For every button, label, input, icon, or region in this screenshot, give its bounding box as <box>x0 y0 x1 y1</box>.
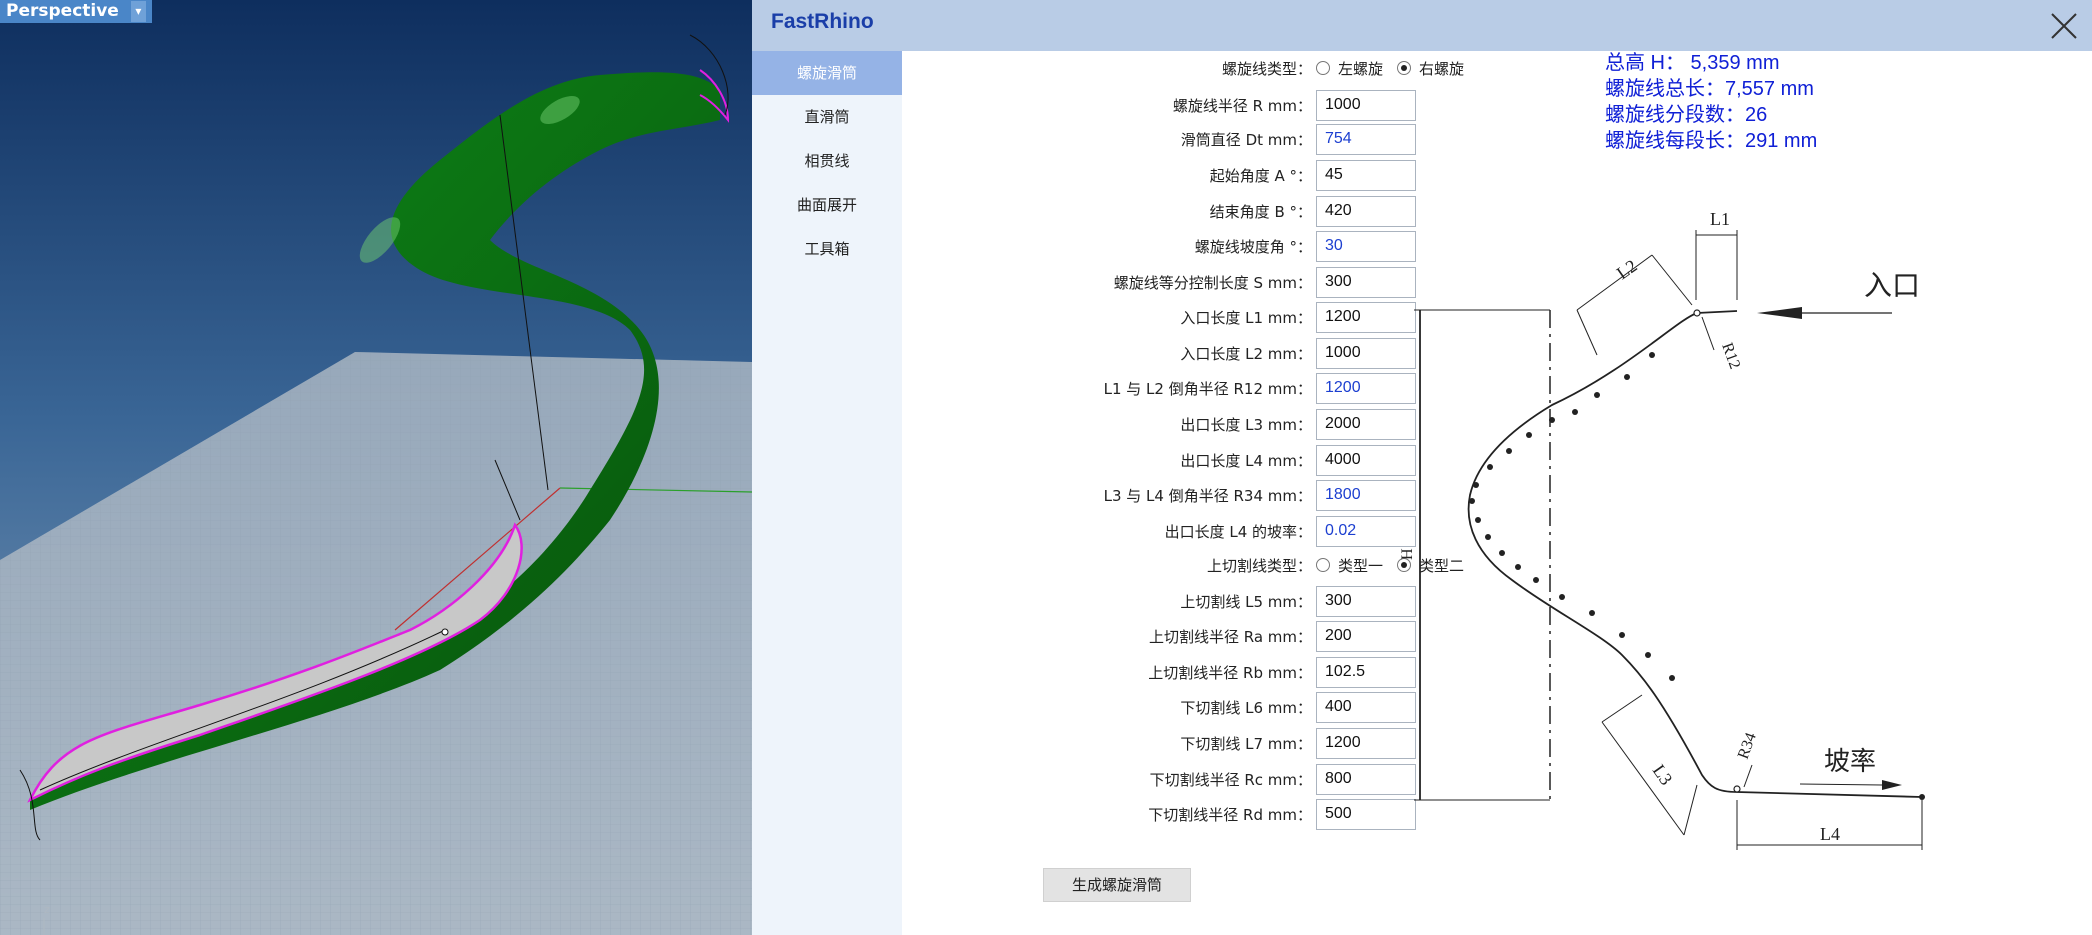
diagram-label-l1: L1 <box>1710 209 1730 229</box>
field-label: 下切割线 L7 mm： <box>1180 734 1312 753</box>
app-title: FastRhino <box>771 10 874 33</box>
stat-segment-count: 螺旋线分段数：26 <box>1605 104 1768 126</box>
diagram-label-r12: R12 <box>1718 341 1743 372</box>
close-icon <box>2051 13 2077 39</box>
field-label: L1 与 L2 倒角半径 R12 mm： <box>1103 379 1312 398</box>
nav-item-straight-slide[interactable]: 直滑筒 <box>752 95 902 139</box>
diagram-label-r34: R34 <box>1735 730 1760 761</box>
field-label: 结束角度 B °： <box>1209 202 1312 221</box>
diagram-label-l2: L2 <box>1613 255 1641 283</box>
radio-right-helix[interactable]: 右螺旋 <box>1397 58 1464 79</box>
field-label: 螺旋线等分控制长度 S mm： <box>1113 273 1312 292</box>
viewport-tab[interactable]: Perspective ▾ <box>0 0 152 23</box>
field-label: 上切割线半径 Rb mm： <box>1148 663 1312 682</box>
start-angle-input[interactable]: 45 <box>1316 159 1416 191</box>
perspective-viewport[interactable]: z Perspective ▾ <box>0 0 752 935</box>
axis-label-z: z <box>44 903 50 916</box>
stat-total-height: 总高 H： 5,359 mm <box>1605 52 1780 74</box>
field-row: 滑筒直径 Dt mm： 754 <box>902 122 1502 156</box>
field-label: 下切割线半径 Rc mm： <box>1149 770 1312 789</box>
field-label: 螺旋线半径 R mm： <box>1172 96 1312 115</box>
field-label: 起始角度 A °： <box>1209 166 1312 185</box>
radio-right-helix-label: 右螺旋 <box>1419 59 1465 78</box>
diagram-label-slope: 坡率 <box>1824 747 1876 776</box>
chevron-down-icon[interactable]: ▾ <box>130 1 146 22</box>
diagram-label-entrance: 入口 <box>1864 271 1920 302</box>
close-button[interactable] <box>2044 6 2084 46</box>
diagram-label-l3: L3 <box>1649 761 1677 789</box>
field-label: 出口长度 L4 的坡率： <box>1164 522 1312 541</box>
diagram-label-l4: L4 <box>1820 824 1840 844</box>
radio-cut-type-1-label: 类型一 <box>1338 556 1384 575</box>
helix-type-label: 螺旋线类型： <box>1221 59 1312 78</box>
field-label: 下切割线半径 Rd mm： <box>1148 805 1312 824</box>
helix-schematic-diagram: L1 L2 R12 入口 H L3 R34 坡率 L4 <box>1399 209 1925 850</box>
fastrhino-panel: FastRhino 螺旋滑筒 直滑筒 相贯线 曲面展开 工具箱 螺旋线类型： 左… <box>752 0 2092 935</box>
nav-item-toolbox[interactable]: 工具箱 <box>752 227 902 271</box>
generate-helix-slide-button[interactable]: 生成螺旋滑筒 <box>1043 868 1191 902</box>
nav-item-surface-unroll[interactable]: 曲面展开 <box>752 183 902 227</box>
field-label: 螺旋线坡度角 °： <box>1194 237 1312 256</box>
helix-type-row: 螺旋线类型： 左螺旋 右螺旋 <box>902 51 1502 85</box>
title-bar: FastRhino <box>752 0 2092 51</box>
viewport-scene: z <box>0 0 752 935</box>
stat-total-length: 螺旋线总长：7,557 mm <box>1605 78 1814 100</box>
helix-radius-input[interactable]: 1000 <box>1316 89 1416 121</box>
diagram-label-h: H <box>1399 548 1416 560</box>
sidebar-nav: 螺旋滑筒 直滑筒 相贯线 曲面展开 工具箱 <box>752 51 902 935</box>
stat-segment-length: 螺旋线每段长：291 mm <box>1605 130 1818 152</box>
nav-item-helix-slide[interactable]: 螺旋滑筒 <box>752 51 902 95</box>
field-label: 出口长度 L3 mm： <box>1180 415 1312 434</box>
field-label: 入口长度 L2 mm： <box>1180 344 1312 363</box>
nav-item-intersection[interactable]: 相贯线 <box>752 139 902 183</box>
viewport-tab-label: Perspective <box>6 1 119 21</box>
field-label: 入口长度 L1 mm： <box>1180 308 1312 327</box>
field-label: 上切割线 L5 mm： <box>1180 592 1312 611</box>
field-row: 螺旋线半径 R mm： 1000 <box>902 88 1502 122</box>
radio-left-helix-label: 左螺旋 <box>1338 59 1384 78</box>
radio-cut-type-1[interactable]: 类型一 <box>1316 555 1383 576</box>
field-label: 滑筒直径 Dt mm： <box>1180 130 1312 149</box>
slide-diameter-input[interactable]: 754 <box>1316 123 1416 155</box>
field-label: L3 与 L4 倒角半径 R34 mm： <box>1103 486 1312 505</box>
cut-type-label: 上切割线类型： <box>1206 556 1312 575</box>
field-label: 出口长度 L4 mm： <box>1180 451 1312 470</box>
stats-panel: 总高 H： 5,359 mm 螺旋线总长：7,557 mm 螺旋线分段数：26 … <box>1605 50 1817 154</box>
field-label: 下切割线 L6 mm： <box>1180 698 1312 717</box>
radio-left-helix[interactable]: 左螺旋 <box>1316 58 1383 79</box>
field-row: 起始角度 A °： 45 <box>902 158 1502 192</box>
field-label: 上切割线半径 Ra mm： <box>1148 627 1312 646</box>
